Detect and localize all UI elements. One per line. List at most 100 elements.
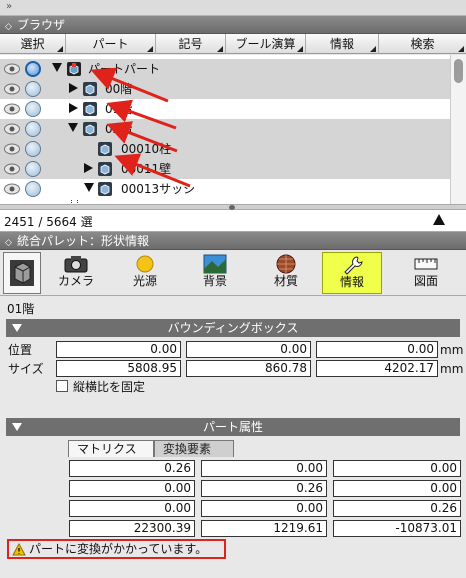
bbox-section-header[interactable]: バウンディングボックス — [6, 319, 460, 337]
tab-shape[interactable] — [3, 252, 41, 294]
tab-camera[interactable]: カメラ — [46, 252, 106, 294]
matrix-cell[interactable]: 1219.61 — [201, 520, 327, 537]
tab-material[interactable]: 材質 — [256, 252, 316, 294]
light-sun-icon — [136, 255, 154, 273]
disclosure-down-icon[interactable] — [84, 183, 94, 192]
matrix-cell[interactable]: 0.26 — [69, 460, 195, 477]
eye-icon[interactable] — [4, 143, 20, 155]
tree-row[interactable]: パートパート — [0, 59, 450, 79]
tab-info[interactable]: 情報 — [322, 252, 382, 294]
disclosure-down-icon — [12, 423, 22, 431]
radio-icon[interactable] — [25, 81, 41, 97]
size-y-field[interactable]: 860.78 — [186, 360, 311, 377]
scroll-up-arrow-icon[interactable] — [433, 214, 445, 225]
tab-light[interactable]: 光源 — [115, 252, 175, 294]
eye-icon[interactable] — [4, 163, 20, 175]
part-attr-section-header[interactable]: パート属性 — [6, 418, 460, 436]
matrix-cell[interactable]: 0.00 — [333, 480, 461, 497]
matrix-cell[interactable]: 0.00 — [201, 500, 327, 517]
size-x-field[interactable]: 5808.95 — [56, 360, 181, 377]
tree-row[interactable]: 00013サッシ — [0, 179, 450, 199]
browser-menubar: 選択 パート 記号 ブール演算 情報 検索 — [0, 34, 466, 54]
eye-icon[interactable] — [4, 83, 20, 95]
disclosure-right-icon[interactable] — [84, 163, 93, 173]
disclosure-down-icon[interactable] — [52, 63, 62, 72]
unit-label: mm — [440, 362, 464, 376]
wrench-icon — [344, 256, 363, 275]
transform-warning: パートに変換がかかっています。 — [7, 539, 226, 559]
palette-title-bar[interactable]: ◇ 統合パレット：形状情報 — [0, 232, 466, 250]
active-radio-icon[interactable] — [25, 61, 41, 77]
matrix-cell[interactable]: 0.00 — [69, 500, 195, 517]
size-z-field[interactable]: 4202.17 — [316, 360, 438, 377]
eye-icon[interactable] — [4, 183, 20, 195]
eye-icon[interactable] — [4, 103, 20, 115]
dropdown-corner-icon — [370, 46, 376, 52]
eye-icon[interactable] — [4, 63, 20, 75]
part-cube-icon — [67, 62, 81, 76]
size-label: サイズ — [8, 362, 44, 376]
radio-icon[interactable] — [25, 181, 41, 197]
browser-status-bar: 2451 / 5664 選 — [0, 210, 466, 232]
matrix-cell[interactable]: 0.00 — [333, 460, 461, 477]
tree-label: 00011壁 — [121, 162, 172, 176]
position-y-field[interactable]: 0.00 — [186, 341, 311, 358]
menu-info[interactable]: 情報 — [306, 34, 379, 54]
tree-label: 00階 — [105, 82, 133, 96]
tree-label: パートパート — [88, 62, 161, 76]
part-cube-icon — [98, 162, 112, 176]
matrix-cell[interactable]: -10873.01 — [333, 520, 461, 537]
menu-boolean[interactable]: ブール演算 — [226, 34, 306, 54]
part-cube-icon — [83, 102, 97, 116]
part-cube-icon — [83, 82, 97, 96]
matrix-cell[interactable]: 0.26 — [333, 500, 461, 517]
menu-select[interactable]: 選択 — [0, 34, 66, 54]
dropdown-corner-icon — [217, 46, 223, 52]
disclosure-right-icon[interactable] — [69, 83, 78, 93]
tab-drawing[interactable]: 図面 — [396, 252, 456, 294]
material-sphere-icon — [276, 254, 296, 274]
unit-label: mm — [440, 343, 464, 357]
menu-part[interactable]: パート — [66, 34, 156, 54]
part-cube-icon — [98, 142, 112, 156]
menu-search[interactable]: 検索 — [379, 34, 466, 54]
tree-row[interactable]: 00階 — [0, 79, 450, 99]
tree-label: 00010柱 — [121, 142, 172, 156]
dropdown-corner-icon — [297, 46, 303, 52]
shape-cube-icon — [10, 260, 34, 286]
keep-ratio-label: 縦横比を固定 — [73, 380, 146, 394]
menu-symbol[interactable]: 記号 — [156, 34, 226, 54]
browser-title-bar[interactable]: ◇ ブラウザ — [0, 16, 466, 34]
radio-icon[interactable] — [25, 121, 41, 137]
matrix-cell[interactable]: 22300.39 — [69, 520, 195, 537]
tab-background[interactable]: 背景 — [185, 252, 245, 294]
tree-scrollbar[interactable] — [450, 55, 466, 204]
position-z-field[interactable]: 0.00 — [316, 341, 438, 358]
matrix-cell[interactable]: 0.26 — [201, 480, 327, 497]
tree-label: 00013サッシ — [121, 182, 196, 196]
subtab-transform-elements[interactable]: 変換要素 — [154, 440, 234, 457]
radio-icon[interactable] — [25, 141, 41, 157]
selection-count: 2451 / 5664 選 — [4, 215, 93, 229]
radio-icon[interactable] — [25, 101, 41, 117]
radio-icon[interactable] — [25, 161, 41, 177]
scroll-thumb[interactable] — [454, 59, 463, 83]
camera-icon — [64, 256, 88, 273]
matrix-cell[interactable]: 0.00 — [69, 480, 195, 497]
top-collapse-strip[interactable]: » — [0, 0, 466, 16]
drawing-ruler-icon — [414, 258, 438, 270]
palette-tabbar: カメラ 光源 背景 材質 情報 図面 — [0, 250, 466, 296]
warning-triangle-icon — [12, 543, 26, 556]
eye-icon[interactable] — [4, 123, 20, 135]
tree-row[interactable]: 00011壁 — [0, 159, 450, 179]
part-tree: パートパート 00階 01階 02階 00010柱 00011壁 00013サッ… — [0, 55, 466, 204]
matrix-cell[interactable]: 0.00 — [201, 460, 327, 477]
subtab-matrix[interactable]: マトリクス — [68, 440, 154, 457]
tree-row[interactable]: 02階 — [0, 119, 450, 139]
disclosure-down-icon[interactable] — [68, 123, 78, 132]
position-x-field[interactable]: 0.00 — [56, 341, 181, 358]
tree-row-selected[interactable]: 01階 — [0, 99, 450, 119]
disclosure-right-icon[interactable] — [69, 103, 78, 113]
tree-row[interactable]: 00010柱 — [0, 139, 450, 159]
keep-ratio-checkbox[interactable] — [56, 380, 68, 392]
